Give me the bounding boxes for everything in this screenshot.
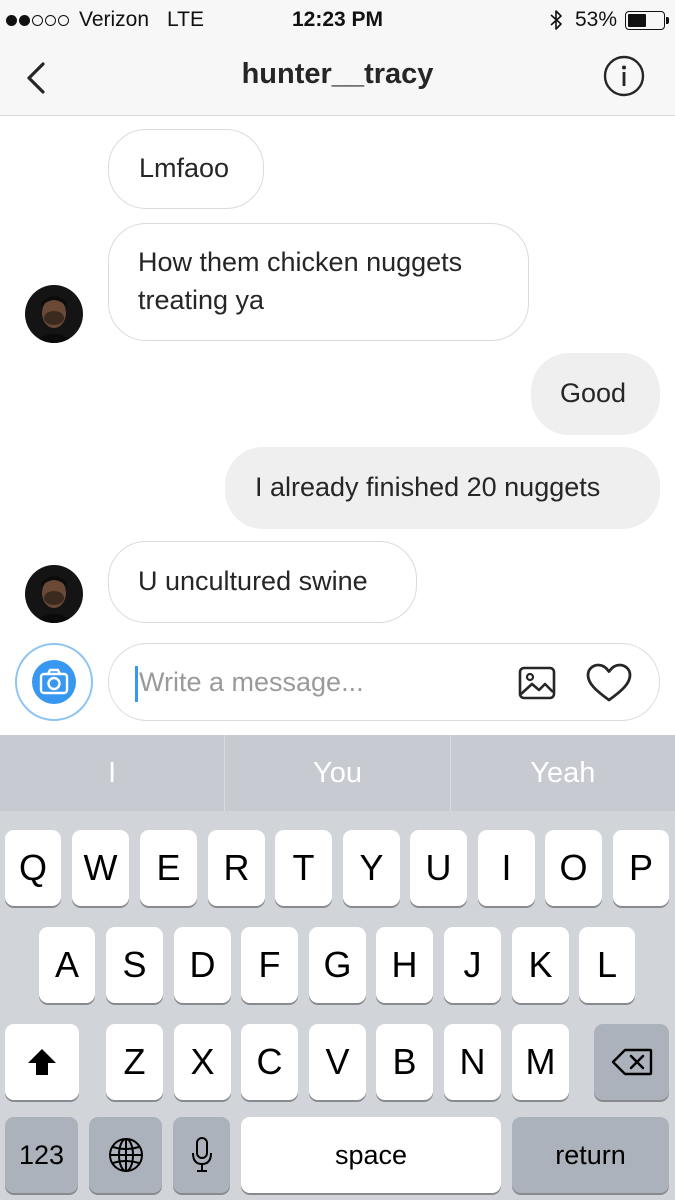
key-z[interactable]: Z xyxy=(106,1024,163,1100)
key-a[interactable]: A xyxy=(39,927,95,1003)
message-thread[interactable]: Lmfaoo How them chicken nuggets treating… xyxy=(0,117,675,637)
key-c[interactable]: C xyxy=(241,1024,298,1100)
key-t[interactable]: T xyxy=(275,830,332,906)
key-j[interactable]: J xyxy=(444,927,501,1003)
globe-key[interactable] xyxy=(89,1117,162,1193)
key-g[interactable]: G xyxy=(309,927,366,1003)
bluetooth-icon xyxy=(550,10,562,30)
avatar-image xyxy=(25,565,83,623)
keyboard: I You Yeah Q W E R T Y U I O P A S D F G… xyxy=(0,735,675,1200)
key-s[interactable]: S xyxy=(106,927,163,1003)
key-d[interactable]: D xyxy=(174,927,231,1003)
avatar[interactable] xyxy=(25,565,83,623)
conversation-header: hunter__tracy xyxy=(0,38,675,116)
message-bubble-incoming[interactable]: How them chicken nuggets treating ya xyxy=(108,223,529,341)
key-q[interactable]: Q xyxy=(5,830,61,906)
avatar-image xyxy=(25,285,83,343)
message-text: Good xyxy=(560,378,627,408)
key-i[interactable]: I xyxy=(478,830,535,906)
battery-percent: 53% xyxy=(574,8,617,31)
message-text: U uncultured swine xyxy=(138,566,368,596)
key-x[interactable]: X xyxy=(174,1024,231,1100)
suggestion-item[interactable]: You xyxy=(225,735,451,811)
key-v[interactable]: V xyxy=(309,1024,366,1100)
key-y[interactable]: Y xyxy=(343,830,400,906)
key-n[interactable]: N xyxy=(444,1024,501,1100)
message-bubble-outgoing[interactable]: Good xyxy=(531,353,660,435)
message-composer[interactable] xyxy=(108,643,660,721)
key-w[interactable]: W xyxy=(72,830,129,906)
heart-icon[interactable] xyxy=(585,662,633,704)
key-p[interactable]: P xyxy=(613,830,669,906)
microphone-key[interactable] xyxy=(173,1117,230,1193)
camera-glyph xyxy=(39,668,69,695)
numbers-key[interactable]: 123 xyxy=(5,1117,78,1193)
return-key[interactable]: return xyxy=(512,1117,669,1193)
microphone-icon xyxy=(191,1137,212,1172)
status-bar: Verizon LTE 12:23 PM 53% xyxy=(0,0,675,38)
key-f[interactable]: F xyxy=(241,927,298,1003)
space-key[interactable]: space xyxy=(241,1117,501,1193)
conversation-title[interactable]: hunter__tracy xyxy=(0,58,675,91)
backspace-icon xyxy=(611,1048,652,1076)
key-e[interactable]: E xyxy=(140,830,197,906)
message-bubble-outgoing[interactable]: I already finished 20 nuggets xyxy=(225,447,660,529)
message-bubble-incoming[interactable]: U uncultured swine xyxy=(108,541,417,623)
message-text: How them chicken nuggets treating ya xyxy=(138,247,463,315)
key-r[interactable]: R xyxy=(208,830,265,906)
key-l[interactable]: L xyxy=(579,927,635,1003)
status-right: 53% xyxy=(549,8,669,32)
message-bubble-incoming[interactable]: Lmfaoo xyxy=(108,129,264,209)
suggestion-item[interactable]: I xyxy=(0,735,226,811)
message-input[interactable] xyxy=(139,662,499,702)
key-h[interactable]: H xyxy=(376,927,433,1003)
message-text: I already finished 20 nuggets xyxy=(255,472,601,502)
camera-icon xyxy=(32,660,76,704)
avatar[interactable] xyxy=(25,285,83,343)
message-text: Lmfaoo xyxy=(139,153,230,183)
suggestion-item[interactable]: Yeah xyxy=(451,735,675,811)
key-k[interactable]: K xyxy=(512,927,569,1003)
key-o[interactable]: O xyxy=(545,830,602,906)
camera-button[interactable] xyxy=(15,643,93,721)
shift-key[interactable] xyxy=(5,1024,79,1100)
text-cursor xyxy=(135,666,138,702)
key-m[interactable]: M xyxy=(512,1024,569,1100)
battery-fill xyxy=(628,13,647,27)
shift-icon xyxy=(28,1049,56,1075)
globe-icon xyxy=(108,1138,143,1172)
battery-icon xyxy=(625,10,669,30)
delete-key[interactable] xyxy=(594,1024,669,1100)
key-u[interactable]: U xyxy=(410,830,467,906)
key-b[interactable]: B xyxy=(376,1024,433,1100)
image-icon[interactable] xyxy=(517,663,557,703)
suggestion-bar: I You Yeah xyxy=(0,735,675,811)
info-icon[interactable] xyxy=(603,55,645,97)
